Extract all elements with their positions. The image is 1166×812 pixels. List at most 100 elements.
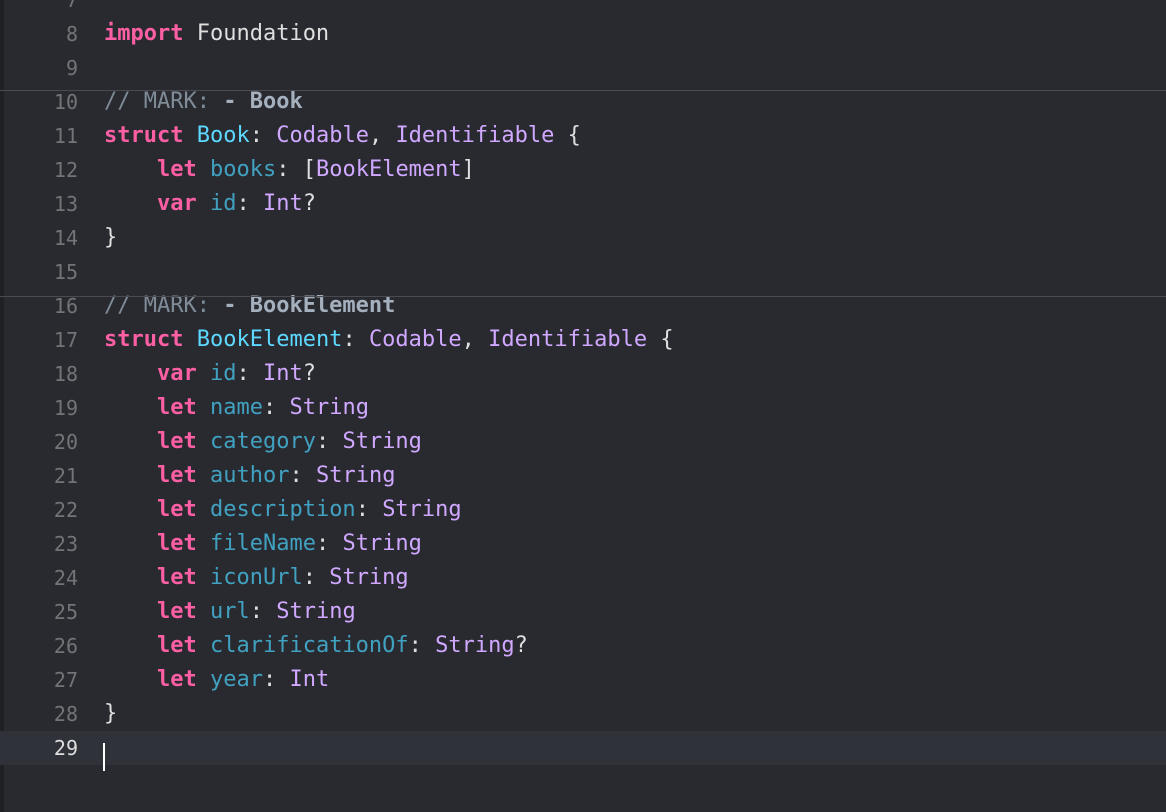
code-token: :: [315, 531, 343, 556]
code-token: ?: [514, 633, 528, 658]
code-token: let: [156, 157, 197, 182]
code-token: books: [209, 157, 277, 182]
code-token: BookElement: [315, 157, 462, 182]
line-number: 11: [53, 124, 78, 148]
code-token: String: [276, 599, 356, 624]
code-token: id: [209, 191, 237, 216]
code-token: struct: [104, 327, 184, 352]
code-line[interactable]: 18 var id: Int?: [0, 357, 1166, 391]
code-token: Int: [289, 667, 330, 692]
line-number: 27: [53, 668, 78, 692]
code-line[interactable]: 22 let description: String: [0, 493, 1166, 527]
code-token: ?: [302, 191, 316, 216]
code-token: ,: [368, 123, 396, 148]
code-token: BookElement: [196, 327, 343, 352]
code-line[interactable]: 20 let category: String: [0, 425, 1166, 459]
line-number: 16: [53, 294, 78, 318]
code-token: // MARK:: [104, 89, 224, 114]
code-token: - Book: [223, 89, 303, 114]
code-line[interactable]: 13 var id: Int?: [0, 187, 1166, 221]
code-line[interactable]: 17 struct BookElement: Codable, Identifia…: [0, 323, 1166, 357]
code-token: Identifiable: [395, 123, 555, 148]
code-token: author: [209, 463, 290, 488]
code-line[interactable]: 9: [0, 51, 1166, 85]
code-token: category: [209, 429, 316, 454]
code-editor[interactable]: 7 8 import Foundation 9 10// MARK: - Book 11 s…: [0, 0, 1166, 812]
code-token: let: [156, 667, 197, 692]
code-token: Codable: [368, 327, 462, 352]
code-token: let: [156, 497, 197, 522]
code-token: {: [647, 327, 674, 352]
code-line[interactable]: 11 struct Book: Codable, Identifiable {: [0, 119, 1166, 153]
code-token: String: [315, 463, 396, 488]
code-line[interactable]: 25 let url: String: [0, 595, 1166, 629]
code-line[interactable]: 8 import Foundation: [0, 17, 1166, 51]
line-code: }: [104, 221, 117, 255]
code-token: let: [156, 599, 197, 624]
code-token: :: [249, 599, 277, 624]
line-code: var id: Int?: [104, 187, 316, 221]
code-line[interactable]: 21 let author: String: [0, 459, 1166, 493]
code-token: let: [156, 429, 197, 454]
code-token: String: [342, 429, 422, 454]
code-token: :: [355, 497, 383, 522]
line-code: let clarificationOf: String?: [104, 629, 528, 663]
code-line[interactable]: 26 let clarificationOf: String?: [0, 629, 1166, 663]
code-line[interactable]: 7: [0, 0, 1166, 17]
code-line[interactable]: 12 let books: [BookElement]: [0, 153, 1166, 187]
text-cursor: [103, 743, 105, 771]
code-token: :: [262, 395, 290, 420]
line-code: }: [104, 697, 117, 731]
code-line[interactable]: 24 let iconUrl: String: [0, 561, 1166, 595]
code-token: :: [249, 123, 277, 148]
code-token: Int: [262, 361, 303, 386]
code-line[interactable]: 28}: [0, 697, 1166, 731]
code-token: :: [315, 429, 343, 454]
code-line[interactable]: 23 let fileName: String: [0, 527, 1166, 561]
line-number: 17: [53, 328, 78, 352]
line-number: 8: [65, 22, 78, 46]
line-number: 14: [53, 226, 78, 250]
code-line[interactable]: 16 // MARK: - BookElement: [0, 289, 1166, 323]
code-token: String: [342, 531, 422, 556]
code-token: year: [209, 667, 263, 692]
line-number: 28: [53, 702, 78, 726]
line-code: let name: String: [104, 391, 369, 425]
code-line[interactable]: 14}: [0, 221, 1166, 255]
code-token: :: [302, 565, 330, 590]
code-token: ]: [461, 157, 475, 182]
line-code: let books: [BookElement]: [104, 153, 475, 187]
code-line[interactable]: 27 let year: Int: [0, 663, 1166, 697]
line-code: let year: Int: [104, 663, 329, 697]
line-number: 9: [65, 56, 78, 80]
line-code: // MARK: - BookElement: [104, 289, 395, 323]
code-token: :: [236, 361, 263, 386]
code-token: :: [262, 667, 290, 692]
code-token: description: [209, 497, 356, 522]
code-line[interactable]: 29: [0, 731, 1166, 765]
code-token: }: [104, 225, 118, 250]
code-line[interactable]: 19 let name: String: [0, 391, 1166, 425]
mark-divider-bookelement: [0, 296, 1166, 297]
line-number: 24: [53, 566, 78, 590]
code-token: let: [156, 565, 197, 590]
line-number: 26: [53, 634, 78, 658]
code-line[interactable]: 15: [0, 255, 1166, 289]
line-code: let url: String: [104, 595, 356, 629]
line-number: 25: [53, 600, 78, 624]
code-token: clarificationOf: [209, 633, 409, 658]
code-token: Foundation: [183, 21, 330, 46]
code-token: :: [236, 191, 263, 216]
line-number: 23: [53, 532, 78, 556]
code-token: Int: [262, 191, 303, 216]
